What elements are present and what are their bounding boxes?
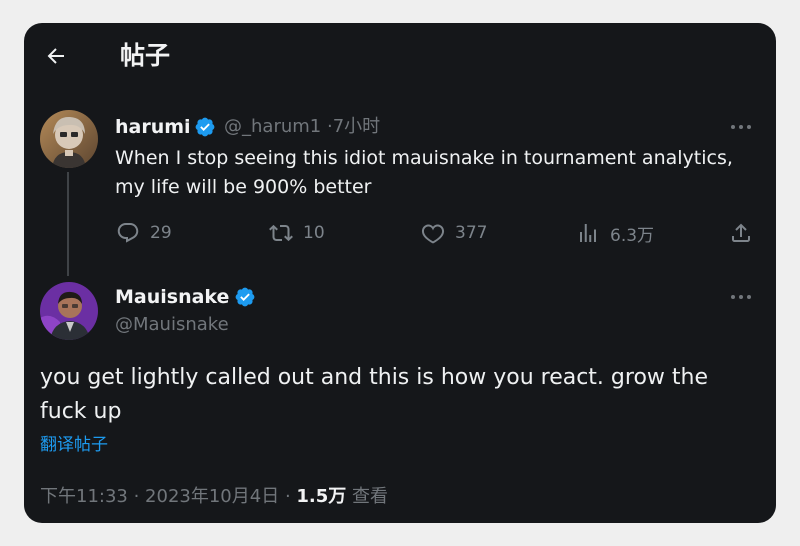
repost-icon: [269, 224, 293, 242]
repost-button[interactable]: 10: [269, 220, 325, 246]
views-button[interactable]: 6.3万: [576, 220, 654, 246]
reply-icon: [117, 223, 139, 243]
more-horizontal-icon: [731, 295, 751, 299]
repost-count: 10: [303, 223, 325, 243]
post-text: you get lightly called out and this is h…: [40, 365, 708, 424]
post-detail-card: 帖子 harumi @_harum1 ·7小时 When I stop seei…: [24, 23, 776, 523]
verified-badge-icon: [235, 287, 255, 307]
views-label: 查看: [352, 486, 389, 507]
reply-button[interactable]: 29: [116, 220, 172, 246]
post-text: When I stop seeing this idiot mauisnake …: [115, 147, 733, 198]
handle[interactable]: @_harum1: [224, 116, 321, 137]
thread-connector-line: [67, 172, 69, 276]
views-chart-icon: [580, 224, 596, 242]
verified-badge-icon: [195, 117, 215, 137]
heart-icon: [421, 224, 445, 244]
arrow-left-icon: [47, 48, 64, 64]
more-options-button[interactable]: [727, 286, 755, 308]
avatar-image: [40, 110, 98, 168]
avatar-mauisnake[interactable]: [40, 282, 98, 340]
footer-separator: ·: [284, 486, 291, 507]
more-horizontal-icon: [731, 125, 751, 129]
back-button[interactable]: [40, 40, 72, 72]
post-meta: @_harum1 ·7小时: [224, 115, 380, 139]
display-name[interactable]: harumi: [115, 115, 191, 139]
handle[interactable]: @Mauisnake: [115, 313, 229, 337]
header: 帖子: [24, 23, 776, 89]
like-count: 377: [455, 223, 488, 243]
display-name[interactable]: Mauisnake: [115, 285, 229, 309]
more-options-button[interactable]: [727, 116, 755, 138]
views-count: 6.3万: [610, 225, 655, 246]
page-title: 帖子: [120, 41, 171, 70]
avatar-harumi[interactable]: [40, 110, 98, 168]
share-icon: [732, 223, 750, 242]
like-button[interactable]: 377: [421, 220, 487, 246]
avatar-image: [40, 282, 98, 340]
share-button[interactable]: [729, 220, 753, 246]
views-count: 1.5万: [296, 486, 347, 507]
reply-count: 29: [150, 223, 172, 243]
translate-post-link[interactable]: 翻译帖子: [40, 433, 108, 457]
post-footer: 下午11:33 · 2023年10月4日 · 1.5万 查看: [40, 485, 388, 509]
post-time[interactable]: 7小时: [333, 116, 380, 137]
post-timestamp[interactable]: 下午11:33 · 2023年10月4日: [40, 486, 279, 507]
